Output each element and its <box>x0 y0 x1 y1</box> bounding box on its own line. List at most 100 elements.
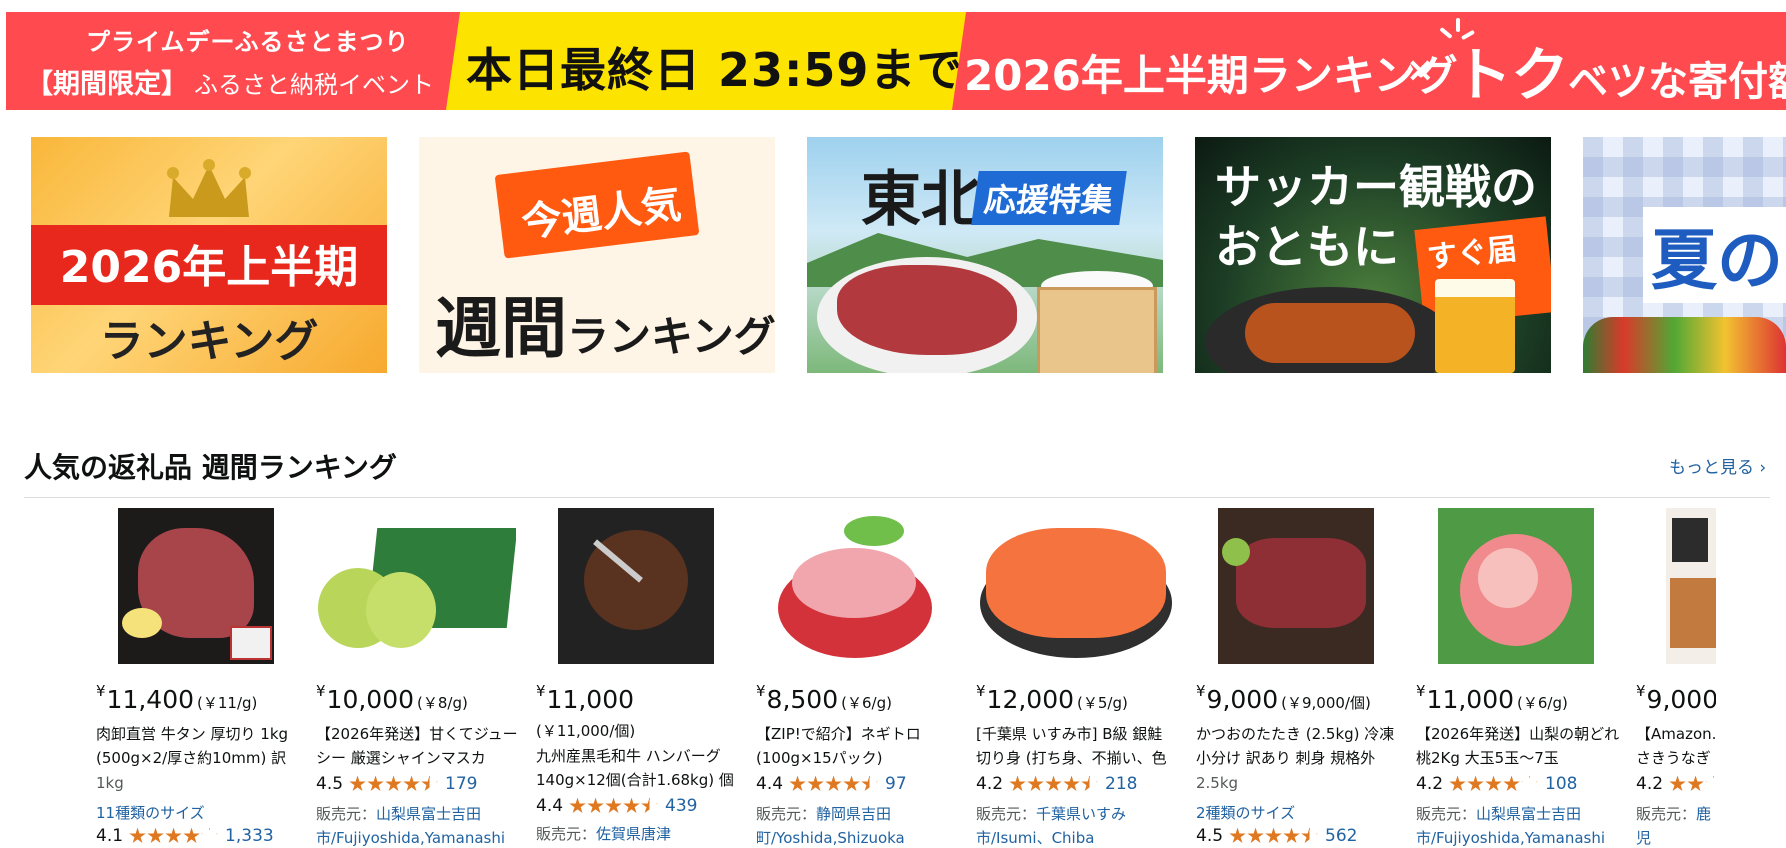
unit-price: (￥9,000/個) <box>1281 694 1371 712</box>
product-image[interactable] <box>558 508 714 664</box>
rating[interactable]: 4.4 97 <box>756 774 907 794</box>
tile-summer-feature[interactable]: 夏の <box>1583 137 1786 373</box>
seller: 販売元：山梨県富士吉田市/Fujiyoshida,Yamanashi <box>1416 802 1621 848</box>
review-count[interactable]: 1,333 <box>225 826 274 846</box>
beer-image <box>1435 279 1515 373</box>
product-size: 1kg <box>96 774 124 792</box>
rating[interactable]: 4.2 108 <box>1416 774 1578 794</box>
product-card[interactable]: ¥11,000 (￥11,000/個) 九州産黒毛和牛 ハンバーグ 140g×1… <box>536 508 746 848</box>
product-title[interactable]: 【2026年発送】甘くてジューシー 厳選シャインマスカ <box>316 722 521 770</box>
star-icon <box>1265 827 1282 843</box>
currency-symbol: ¥ <box>536 682 546 700</box>
currency-symbol: ¥ <box>1636 682 1646 700</box>
tile-soccer-feature[interactable]: サッカー観戦の おともに すぐ届く <box>1195 137 1551 373</box>
product-size: 2.5kg <box>1196 774 1239 792</box>
seller-label: 販売元： <box>1636 805 1697 823</box>
review-count[interactable]: 108 <box>1545 774 1577 794</box>
tile-badge: 応援特集 <box>971 171 1127 225</box>
sausage-image <box>1245 303 1415 363</box>
star-icon <box>403 775 420 791</box>
unit-price: (￥11,000/個) <box>536 722 636 740</box>
product-title[interactable]: 【ZIP!で紹介】ネギトロ (100g×15パック) <box>756 722 961 770</box>
star-rating-icon <box>129 827 219 845</box>
star-icon <box>807 775 824 791</box>
toku-rest-label: ベツな寄付額 <box>1568 59 1786 105</box>
product-image[interactable] <box>976 508 1176 664</box>
star-icon <box>183 827 200 843</box>
product-card[interactable]: ¥8,500 (￥6/g) 【ZIP!で紹介】ネギトロ (100g×15パック) … <box>756 508 966 848</box>
price-amount: 11,400 <box>106 685 195 714</box>
tile-ribbon-text: 2026年上半期 <box>59 242 359 293</box>
product-card[interactable]: ¥12,000 (￥5/g) [千葉県 いすみ市] B級 銀鮭 切り身 (打ち身、… <box>976 508 1186 848</box>
see-more-link[interactable]: もっと見る › <box>1669 453 1766 478</box>
tile-title-main: 週間 <box>435 290 567 367</box>
review-count[interactable]: 439 <box>665 796 697 816</box>
product-card[interactable]: ¥10,000 (￥8/g) 【2026年発送】甘くてジューシー 厳選シャインマス… <box>316 508 526 848</box>
product-card[interactable]: ¥9,000 【Amazon... さきうなぎ 4.2 販売元：鹿児 町/Osa… <box>1636 508 1716 848</box>
star-icon <box>1705 775 1716 791</box>
variants-link[interactable]: 2種類のサイズ <box>1196 802 1295 823</box>
rating[interactable]: 4.5 562 <box>1196 826 1358 846</box>
rating[interactable]: 4.2 <box>1636 774 1716 794</box>
currency-symbol: ¥ <box>96 682 106 700</box>
review-count[interactable]: 179 <box>445 774 477 794</box>
rating-value: 4.5 <box>1196 826 1224 846</box>
seller-link[interactable]: 佐賀県唐津 <box>596 825 671 843</box>
product-image[interactable] <box>774 508 936 664</box>
price: ¥11,400 (￥11/g) <box>96 682 257 714</box>
rating[interactable]: 4.2 218 <box>976 774 1138 794</box>
product-title[interactable]: 【Amazon... さきうなぎ <box>1636 722 1716 770</box>
seller-label: 販売元： <box>536 825 597 843</box>
review-count[interactable]: 562 <box>1325 826 1357 846</box>
product-card[interactable]: ¥9,000 (￥9,000/個) かつおのたたき (2.5kg) 冷凍 小分け … <box>1196 508 1406 848</box>
rating[interactable]: 4.4 439 <box>536 796 698 816</box>
review-count[interactable]: 218 <box>1105 774 1137 794</box>
product-image[interactable] <box>1218 508 1374 664</box>
price-amount: 12,000 <box>986 685 1075 714</box>
star-icon <box>201 827 218 843</box>
ranking-promo: 2026年上半期ランキング × トクベツな寄付額 <box>964 12 1786 110</box>
review-count[interactable]: 97 <box>885 774 907 794</box>
star-icon <box>1449 775 1466 791</box>
currency-symbol: ¥ <box>976 682 986 700</box>
price-amount: 10,000 <box>326 685 415 714</box>
rating-value: 4.4 <box>536 796 564 816</box>
star-icon <box>385 775 402 791</box>
product-title[interactable]: かつおのたたき (2.5kg) 冷凍 小分け 訳あり 刺身 規格外 <box>1196 722 1401 770</box>
product-card[interactable]: ¥11,000 (￥6/g) 【2026年発送】山梨の朝どれ桃2Kg 大玉5玉～7… <box>1416 508 1626 848</box>
tile-half-year-ranking[interactable]: 2026年上半期 ランキング <box>31 137 387 373</box>
star-icon <box>421 775 438 791</box>
price-amount: 9,000 <box>1206 685 1279 714</box>
star-icon <box>1467 775 1484 791</box>
star-icon <box>1301 827 1318 843</box>
unit-price: (￥6/g) <box>841 694 892 712</box>
event-subtitle: プライムデーふるさとまつり <box>86 28 410 56</box>
product-title[interactable]: 肉卸直営 牛タン 厚切り 1kg (500g×2/厚さ約10mm) 訳 <box>96 722 301 770</box>
seller: 販売元：静岡県吉田町/Yoshida,Shizuoka <box>756 802 961 848</box>
star-icon <box>843 775 860 791</box>
tile-weekly-ranking[interactable]: 今週人気 週間ランキング <box>419 137 775 373</box>
currency-symbol: ¥ <box>316 682 326 700</box>
star-icon <box>1063 775 1080 791</box>
product-card[interactable]: ¥11,400 (￥11/g) 肉卸直営 牛タン 厚切り 1kg (500g×2/… <box>96 508 306 848</box>
seller-label: 販売元： <box>1416 805 1477 823</box>
product-image[interactable] <box>1438 508 1594 664</box>
product-title[interactable]: 九州産黒毛和牛 ハンバーグ 140g×12個(合計1.68kg) 個 <box>536 744 741 792</box>
unit-price: (￥8/g) <box>417 694 468 712</box>
rating-value: 4.5 <box>316 774 344 794</box>
product-image[interactable] <box>1666 508 1716 664</box>
product-image[interactable] <box>316 508 516 664</box>
product-image[interactable] <box>118 508 274 664</box>
currency-symbol: ¥ <box>1416 682 1426 700</box>
product-title[interactable]: [千葉県 いすみ市] B級 銀鮭 切り身 (打ち身、不揃い、色 <box>976 722 1181 770</box>
rating[interactable]: 4.5 179 <box>316 774 478 794</box>
tile-tohoku-feature[interactable]: 東北 応援特集 <box>807 137 1163 373</box>
special-donation-text: トクベツな寄付額 <box>1454 28 1786 110</box>
variants-link[interactable]: 11種類のサイズ <box>96 802 205 823</box>
price-amount: 11,000 <box>1426 685 1515 714</box>
product-title[interactable]: 【2026年発送】山梨の朝どれ桃2Kg 大玉5玉～7玉 <box>1416 722 1621 770</box>
rating[interactable]: 4.1 1,333 <box>96 826 274 846</box>
star-icon <box>1521 775 1538 791</box>
event-banner[interactable]: プライムデーふるさとまつり 【期間限定】 ふるさと納税イベント 本日最終日 23:… <box>6 12 1786 110</box>
price-amount: 9,000 <box>1646 685 1716 714</box>
